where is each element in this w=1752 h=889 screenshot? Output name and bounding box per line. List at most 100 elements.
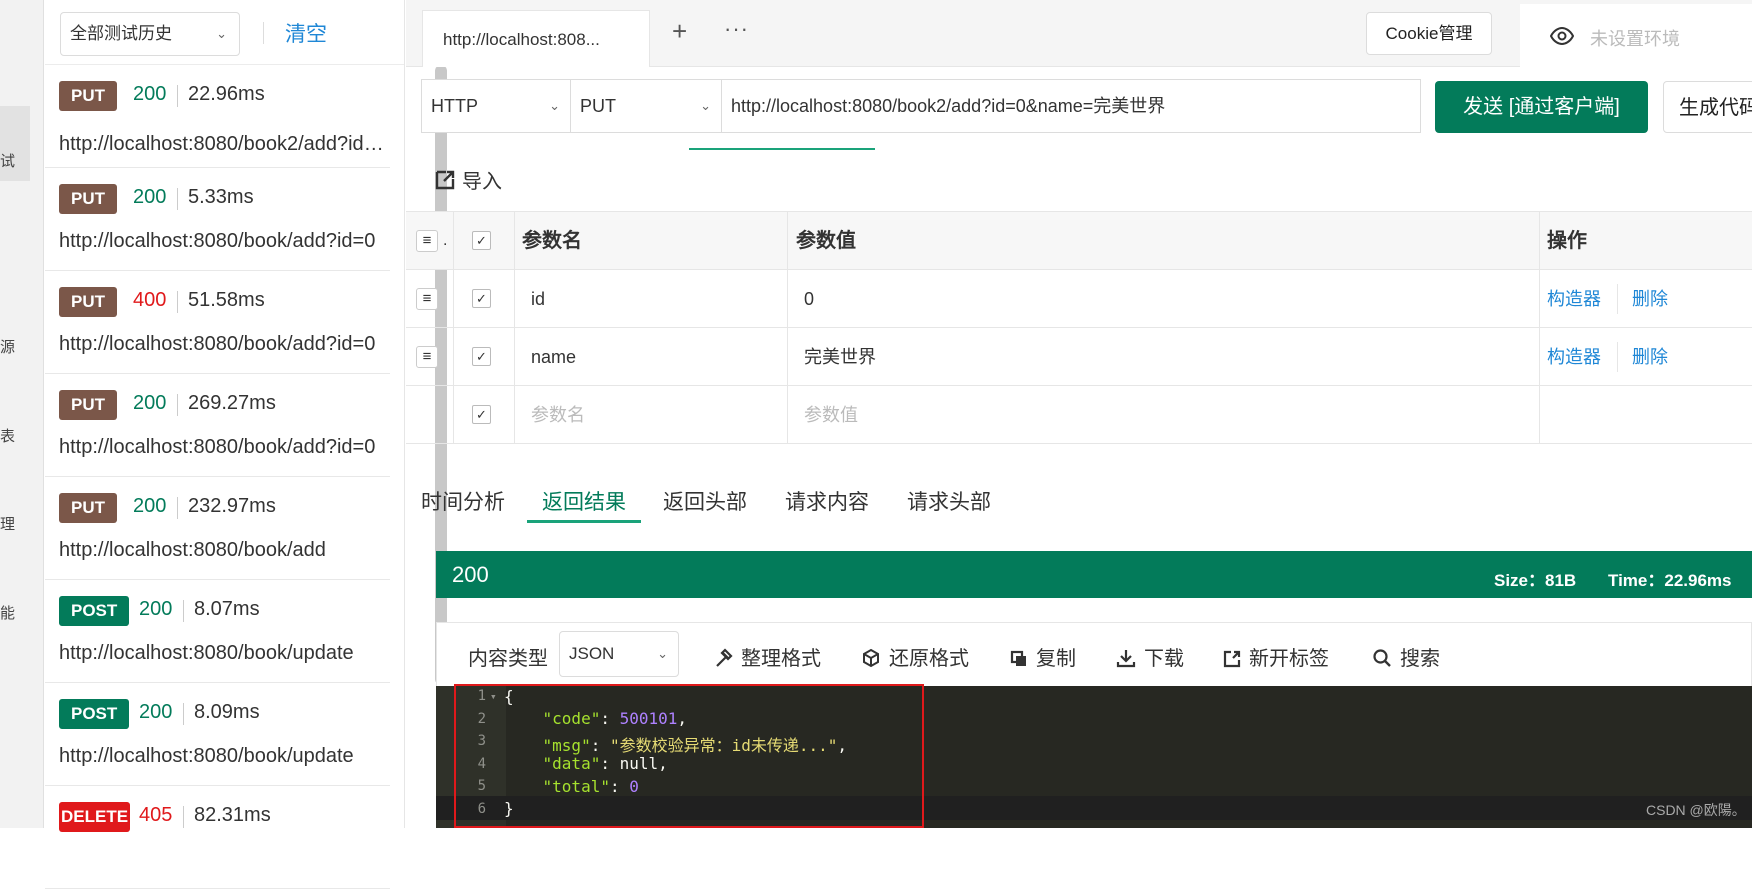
separator [177, 497, 178, 519]
param-checkbox[interactable]: ✓ [472, 289, 491, 308]
tab-request-body[interactable]: 请求内容 [785, 486, 869, 516]
duration: 22.96ms [188, 83, 265, 105]
param-value[interactable]: 完美世界 [804, 328, 876, 386]
history-item[interactable]: PUT 200 269.27ms http://localhost:8080/book… [45, 374, 390, 477]
param-name-placeholder[interactable]: 参数名 [531, 386, 585, 444]
response-tabs: 时间分析 返回结果 返回头部 请求内容 请求头部 [406, 478, 1752, 523]
status-code: 200 [133, 392, 167, 414]
history-item[interactable]: PUT 400 51.58ms http://localhost:8080/book/… [45, 271, 390, 374]
history-item[interactable]: PUT 200 5.33ms http://localhost:8080/book/a… [45, 168, 390, 271]
search-button[interactable]: 搜索 [1372, 642, 1440, 671]
environment-placeholder: 未设置环境 [1590, 29, 1680, 49]
history-panel: 全部测试历史 ⌄ 清空 PUT 200 22.96ms http://localhos… [45, 0, 447, 889]
app-nav-rail: 试 源 表 理 能 [0, 0, 44, 828]
copy-icon [1010, 650, 1026, 666]
method-badge: PUT [59, 184, 117, 214]
separator [177, 291, 178, 313]
send-button[interactable]: 发送 [通过客户端] [1435, 81, 1648, 133]
format-button[interactable]: 整理格式 [713, 642, 821, 671]
external-link-icon [1223, 650, 1241, 668]
history-url: http://localhost:8080/book/update [59, 745, 354, 767]
nav-item-test[interactable]: 试 [0, 150, 15, 171]
watermark: CSDN @欧陽。 [1646, 802, 1746, 818]
chevron-down-icon: ⌄ [657, 646, 668, 661]
param-value[interactable]: 0 [804, 270, 814, 328]
protocol-select[interactable]: HTTP ⌄ [421, 79, 571, 133]
builder-link[interactable]: 构造器 [1547, 270, 1601, 328]
status-code: 200 [133, 495, 167, 517]
content-type-select[interactable]: JSON ⌄ [559, 631, 679, 677]
import-button[interactable]: 导入 [434, 165, 502, 194]
status-code: 400 [133, 289, 167, 311]
separator [177, 85, 178, 107]
duration: 269.27ms [188, 392, 276, 414]
status-code: 405 [139, 804, 173, 826]
restore-format-button[interactable]: 还原格式 [861, 642, 969, 671]
history-filter-select[interactable]: 全部测试历史 ⌄ [60, 12, 240, 56]
clear-history-button[interactable]: 清空 [285, 18, 327, 48]
history-url: http://localhost:8080/book/add?id=0 [59, 333, 376, 355]
history-item[interactable]: DELETE 405 82.31ms [45, 786, 390, 889]
history-url: http://localhost:8080/book/update [59, 642, 354, 664]
nav-item-function[interactable]: 能 [0, 602, 15, 623]
environment-selector[interactable]: 未设置环境 [1520, 4, 1752, 67]
download-button[interactable]: 下载 [1116, 642, 1184, 671]
method-badge: POST [59, 699, 130, 729]
separator [183, 806, 184, 828]
history-item[interactable]: PUT 200 22.96ms http://localhost:8080/book2… [45, 65, 390, 168]
method-value: PUT [580, 96, 616, 116]
open-new-tab-button[interactable]: 新开标签 [1223, 642, 1329, 671]
tab-time-analysis[interactable]: 时间分析 [421, 486, 505, 516]
highlight-annotation-box [454, 684, 924, 828]
eye-icon[interactable] [1550, 24, 1574, 48]
generate-code-button[interactable]: 生成代码 [1663, 81, 1752, 133]
drag-handle-icon[interactable]: ≡ [416, 346, 438, 368]
delete-link[interactable]: 删除 [1632, 270, 1668, 328]
status-code: 200 [133, 83, 167, 105]
drag-handle-icon[interactable]: ≡ [416, 230, 438, 252]
request-tab[interactable]: http://localhost:808... [422, 10, 650, 67]
history-item[interactable]: POST 200 8.07ms http://localhost:8080/book/… [45, 580, 390, 683]
add-tab-button[interactable]: + [672, 16, 687, 47]
select-all-checkbox[interactable]: ✓ [472, 231, 491, 250]
builder-link[interactable]: 构造器 [1547, 328, 1601, 386]
response-time: Time：22.96ms [1608, 571, 1732, 590]
tab-response-body[interactable]: 返回结果 [542, 486, 626, 516]
header-action: 操作 [1547, 230, 1587, 252]
duration: 232.97ms [188, 495, 276, 517]
history-item[interactable]: PUT 200 232.97ms http://localhost:8080/book… [45, 477, 390, 580]
search-icon [1373, 649, 1391, 667]
nav-item-manage[interactable]: 理 [0, 513, 15, 534]
url-input[interactable]: http://localhost:8080/book2/add?id=0&nam… [721, 79, 1421, 133]
method-select[interactable]: PUT ⌄ [570, 79, 722, 133]
param-checkbox[interactable]: ✓ [472, 347, 491, 366]
params-table-header: ≡ . ✓ 参数名 参数值 操作 [406, 212, 1752, 270]
history-item[interactable]: POST 200 8.09ms http://localhost:8080/book/… [45, 683, 390, 786]
search-label: 搜索 [1400, 648, 1440, 670]
param-checkbox[interactable]: ✓ [472, 405, 491, 424]
method-badge: PUT [59, 493, 117, 523]
protocol-value: HTTP [431, 96, 478, 116]
tab-response-headers[interactable]: 返回头部 [663, 486, 747, 516]
import-label: 导入 [462, 171, 502, 193]
separator [177, 394, 178, 416]
duration: 5.33ms [188, 186, 254, 208]
method-badge: PUT [59, 287, 117, 317]
response-status-code: 200 [452, 562, 489, 587]
param-value-placeholder[interactable]: 参数值 [804, 386, 858, 444]
nav-item-resource[interactable]: 源 [0, 336, 15, 357]
param-name[interactable]: name [531, 328, 576, 386]
cookie-manage-button[interactable]: Cookie管理 [1366, 12, 1492, 55]
copy-button[interactable]: 复制 [1010, 642, 1076, 671]
nav-item-table[interactable]: 表 [0, 425, 15, 446]
download-label: 下载 [1144, 648, 1184, 670]
tab-request-headers[interactable]: 请求头部 [907, 486, 991, 516]
response-toolbar: 内容类型 JSON ⌄ 整理格式 还原格式 复制 下载 新开标签 搜索 [436, 622, 1752, 686]
param-row-new: ✓ 参数名 参数值 [406, 386, 1752, 444]
format-label: 整理格式 [741, 648, 821, 670]
more-icon[interactable]: ··· [724, 16, 749, 42]
param-name[interactable]: id [531, 270, 545, 328]
delete-link[interactable]: 删除 [1632, 328, 1668, 386]
drag-handle-icon[interactable]: ≡ [416, 288, 438, 310]
header-param-value: 参数值 [796, 230, 856, 252]
